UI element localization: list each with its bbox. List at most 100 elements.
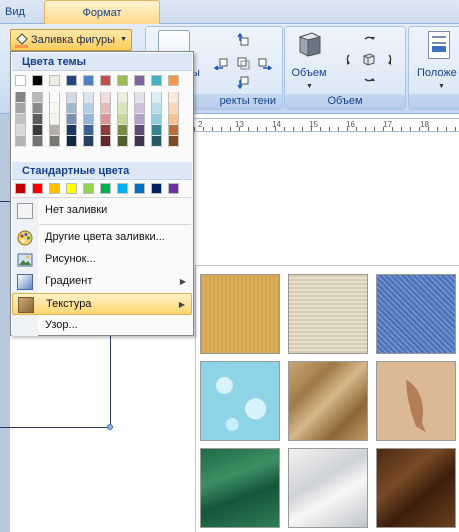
- tab-view[interactable]: Вид: [5, 0, 25, 24]
- nudge-shadow-down-icon[interactable]: [236, 76, 250, 90]
- theme-shade-swatch[interactable]: [67, 103, 76, 114]
- theme-shade-swatch[interactable]: [101, 103, 110, 114]
- theme-color-swatch[interactable]: [117, 75, 128, 86]
- standard-color-swatch[interactable]: [151, 183, 162, 194]
- theme-shade-swatch[interactable]: [84, 114, 93, 125]
- theme-shade-swatch[interactable]: [152, 92, 161, 103]
- nudge-shadow-right-icon[interactable]: [258, 56, 273, 71]
- theme-shade-swatch[interactable]: [33, 92, 42, 103]
- texture-swatch[interactable]: [200, 274, 280, 354]
- theme-shade-swatch[interactable]: [101, 136, 110, 147]
- theme-shade-swatch[interactable]: [67, 114, 76, 125]
- theme-shade-swatch[interactable]: [169, 103, 178, 114]
- theme-shade-swatch[interactable]: [118, 125, 127, 136]
- nudge-shadow-left-icon[interactable]: [213, 56, 228, 71]
- toggle-shadow-icon[interactable]: [236, 56, 250, 70]
- standard-color-swatch[interactable]: [134, 183, 145, 194]
- tilt-down-icon[interactable]: [362, 74, 376, 88]
- theme-color-swatch[interactable]: [32, 75, 43, 86]
- theme-shade-swatch[interactable]: [84, 92, 93, 103]
- theme-shade-swatch[interactable]: [84, 136, 93, 147]
- texture-swatch[interactable]: [288, 448, 368, 528]
- shape-fill-button[interactable]: Заливка фигуры ▼: [10, 29, 132, 51]
- menu-item-pattern[interactable]: Узор...: [12, 315, 192, 337]
- theme-shade-swatch[interactable]: [118, 136, 127, 147]
- theme-shade-swatch[interactable]: [16, 114, 25, 125]
- menu-item-more-fill-colors[interactable]: Другие цвета заливки...: [12, 227, 192, 249]
- theme-color-swatch[interactable]: [83, 75, 94, 86]
- nudge-shadow-up-icon[interactable]: [236, 32, 250, 46]
- theme-shade-swatch[interactable]: [101, 125, 110, 136]
- theme-shade-swatch[interactable]: [33, 103, 42, 114]
- theme-shade-swatch[interactable]: [50, 114, 59, 125]
- theme-shade-swatch[interactable]: [84, 125, 93, 136]
- theme-shade-swatch[interactable]: [16, 125, 25, 136]
- standard-color-swatch[interactable]: [66, 183, 77, 194]
- menu-item-texture[interactable]: Текстура ▶: [12, 293, 192, 315]
- theme-shade-swatch[interactable]: [169, 125, 178, 136]
- standard-color-swatch[interactable]: [168, 183, 179, 194]
- chevron-down-icon[interactable]: ▼: [120, 36, 127, 43]
- theme-shade-swatch[interactable]: [118, 114, 127, 125]
- theme-shade-swatch[interactable]: [152, 136, 161, 147]
- standard-color-swatch[interactable]: [117, 183, 128, 194]
- texture-swatch[interactable]: [288, 274, 368, 354]
- texture-swatch[interactable]: [200, 361, 280, 441]
- standard-color-swatch[interactable]: [15, 183, 26, 194]
- theme-shade-swatch[interactable]: [16, 92, 25, 103]
- toggle-3d-icon[interactable]: [362, 52, 376, 66]
- shape-resize-handle[interactable]: [107, 424, 113, 430]
- theme-shade-swatch[interactable]: [169, 114, 178, 125]
- texture-swatch[interactable]: [376, 274, 456, 354]
- theme-shade-swatch[interactable]: [169, 92, 178, 103]
- texture-swatch[interactable]: [376, 361, 456, 441]
- theme-shade-swatch[interactable]: [152, 114, 161, 125]
- theme-shade-swatch[interactable]: [152, 125, 161, 136]
- theme-shade-swatch[interactable]: [169, 136, 178, 147]
- theme-shade-swatch[interactable]: [135, 114, 144, 125]
- theme-shade-swatch[interactable]: [135, 103, 144, 114]
- theme-shade-swatch[interactable]: [67, 136, 76, 147]
- theme-shade-swatch[interactable]: [33, 125, 42, 136]
- menu-item-picture[interactable]: Рисунок...: [12, 249, 192, 271]
- theme-shade-swatch[interactable]: [84, 103, 93, 114]
- theme-color-swatch[interactable]: [100, 75, 111, 86]
- standard-color-swatch[interactable]: [83, 183, 94, 194]
- theme-color-swatch[interactable]: [151, 75, 162, 86]
- texture-swatch[interactable]: [288, 361, 368, 441]
- menu-item-gradient[interactable]: Градиент ▶: [12, 271, 192, 293]
- theme-shade-swatch[interactable]: [50, 92, 59, 103]
- theme-shade-swatch[interactable]: [101, 92, 110, 103]
- theme-shade-swatch[interactable]: [16, 103, 25, 114]
- theme-color-swatch[interactable]: [15, 75, 26, 86]
- standard-color-swatch[interactable]: [49, 183, 60, 194]
- theme-shade-swatch[interactable]: [33, 136, 42, 147]
- theme-shade-swatch[interactable]: [50, 103, 59, 114]
- standard-color-swatch[interactable]: [32, 183, 43, 194]
- tilt-right-icon[interactable]: [384, 52, 398, 66]
- texture-swatch[interactable]: [376, 448, 456, 528]
- theme-shade-swatch[interactable]: [118, 92, 127, 103]
- tilt-left-icon[interactable]: [340, 52, 354, 66]
- theme-shade-swatch[interactable]: [135, 125, 144, 136]
- theme-shade-swatch[interactable]: [33, 114, 42, 125]
- theme-shade-swatch[interactable]: [67, 125, 76, 136]
- tab-format[interactable]: Формат: [44, 0, 160, 24]
- volume-button[interactable]: Объем ▼: [289, 31, 329, 91]
- theme-shade-swatch[interactable]: [16, 136, 25, 147]
- menu-item-no-fill[interactable]: Нет заливки: [12, 200, 192, 222]
- standard-color-swatch[interactable]: [100, 183, 111, 194]
- theme-shade-swatch[interactable]: [152, 103, 161, 114]
- theme-shade-swatch[interactable]: [135, 136, 144, 147]
- tilt-up-icon[interactable]: [362, 30, 376, 44]
- texture-swatch[interactable]: [200, 448, 280, 528]
- theme-shade-swatch[interactable]: [50, 125, 59, 136]
- theme-shade-swatch[interactable]: [118, 103, 127, 114]
- theme-shade-swatch[interactable]: [101, 114, 110, 125]
- position-button[interactable]: Положе ▼: [414, 31, 459, 91]
- theme-color-swatch[interactable]: [168, 75, 179, 86]
- theme-shade-swatch[interactable]: [67, 92, 76, 103]
- theme-color-swatch[interactable]: [49, 75, 60, 86]
- theme-shade-swatch[interactable]: [50, 136, 59, 147]
- theme-color-swatch[interactable]: [66, 75, 77, 86]
